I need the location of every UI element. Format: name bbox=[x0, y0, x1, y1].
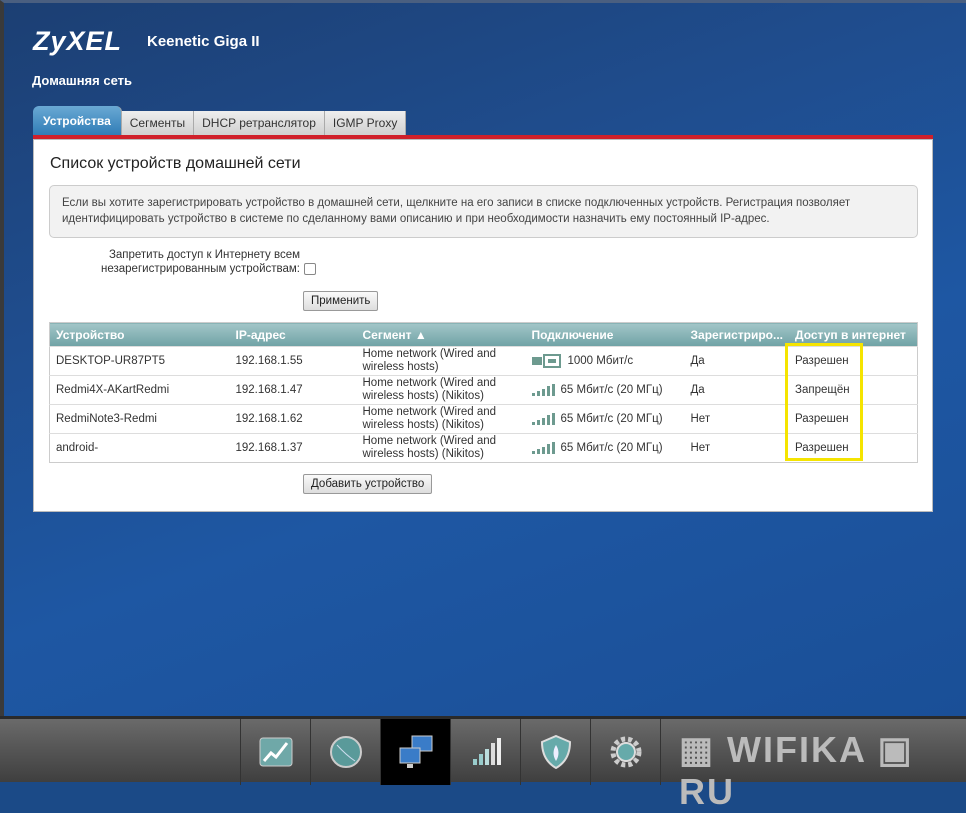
block-unregistered-label: Запретить доступ к Интернету всем незаре… bbox=[101, 249, 300, 275]
model-name: Keenetic Giga II bbox=[147, 33, 260, 50]
wifi-signal-icon bbox=[531, 413, 555, 425]
home-network-icon bbox=[399, 735, 432, 768]
add-device-button[interactable]: Добавить устройство bbox=[303, 474, 433, 494]
gear-icon bbox=[610, 736, 641, 768]
watermark-area: ▦ WIFIKA ▣ RU bbox=[660, 719, 966, 812]
device-connection: 65 Мбит/с (20 МГц) bbox=[525, 433, 685, 463]
device-segment: Home network (Wired and wireless hosts) … bbox=[356, 375, 526, 405]
connection-speed: 1000 Мбит/с bbox=[567, 354, 634, 367]
device-registered: Нет bbox=[684, 433, 789, 463]
col-device[interactable]: Устройство bbox=[49, 322, 230, 347]
zyxel-logo: ZyXEL bbox=[33, 26, 123, 56]
device-name: android- bbox=[49, 433, 230, 463]
wifi-signal-icon bbox=[472, 738, 501, 765]
nav-wifi[interactable] bbox=[450, 719, 520, 785]
device-ip: 192.168.1.55 bbox=[229, 346, 357, 376]
device-registered: Да bbox=[684, 346, 789, 376]
nav-security[interactable] bbox=[520, 719, 590, 785]
device-name: Redmi4X-AKartRedmi bbox=[49, 375, 230, 405]
nav-home-network[interactable] bbox=[380, 719, 450, 785]
section-title: Домашняя сеть bbox=[32, 73, 132, 88]
panel-title: Список устройств домашней сети bbox=[50, 155, 301, 172]
device-ip: 192.168.1.37 bbox=[229, 433, 357, 463]
connection-speed: 65 Мбит/с (20 МГц) bbox=[560, 412, 663, 425]
tab-bar: Устройства Сегменты DHCP ретранслятор IG… bbox=[33, 106, 407, 136]
block-unregistered-checkbox[interactable] bbox=[304, 263, 316, 275]
device-name: DESKTOP-UR87PT5 bbox=[49, 346, 230, 376]
tab-devices[interactable]: Устройства bbox=[33, 106, 122, 136]
monitor-chart-icon bbox=[259, 737, 292, 767]
access-highlight-box bbox=[785, 343, 863, 461]
device-connection: 1000 Мбит/с bbox=[525, 346, 685, 376]
nav-system[interactable] bbox=[590, 719, 660, 785]
device-connection: 65 Мбит/с (20 МГц) bbox=[525, 375, 685, 405]
device-connection: 65 Мбит/с (20 МГц) bbox=[525, 404, 685, 434]
device-ip: 192.168.1.62 bbox=[229, 404, 357, 434]
device-segment: Home network (Wired and wireless hosts) … bbox=[356, 433, 526, 463]
connection-speed: 65 Мбит/с (20 МГц) bbox=[560, 383, 663, 396]
device-name: RedmiNote3-Redmi bbox=[49, 404, 230, 434]
nav-internet[interactable] bbox=[310, 719, 380, 785]
wifi-signal-icon bbox=[531, 384, 555, 396]
firewall-shield-icon bbox=[540, 735, 571, 769]
tab-dhcp-relay[interactable]: DHCP ретранслятор bbox=[194, 111, 325, 136]
wifi-signal-icon bbox=[531, 442, 555, 454]
col-registered[interactable]: Зарегистриро... bbox=[684, 322, 789, 347]
watermark-logo: ▦ WIFIKA ▣ RU bbox=[679, 729, 914, 812]
device-ip: 192.168.1.47 bbox=[229, 375, 357, 405]
connection-speed: 65 Мбит/с (20 МГц) bbox=[560, 441, 663, 454]
ethernet-icon bbox=[531, 354, 561, 368]
col-ip[interactable]: IP-адрес bbox=[229, 322, 357, 347]
col-segment[interactable]: Сегмент ▲ bbox=[356, 322, 526, 347]
device-registered: Да bbox=[684, 375, 789, 405]
apply-button[interactable]: Применить bbox=[303, 291, 379, 311]
bottom-nav: ▦ WIFIKA ▣ RU bbox=[0, 716, 966, 812]
nav-monitor[interactable] bbox=[240, 719, 310, 785]
globe-icon bbox=[329, 736, 362, 768]
device-registered: Нет bbox=[684, 404, 789, 434]
info-box: Если вы хотите зарегистрировать устройст… bbox=[49, 185, 918, 238]
device-segment: Home network (Wired and wireless hosts) bbox=[356, 346, 526, 376]
device-segment: Home network (Wired and wireless hosts) … bbox=[356, 404, 526, 434]
col-connection[interactable]: Подключение bbox=[525, 322, 685, 347]
tab-segments[interactable]: Сегменты bbox=[121, 111, 195, 136]
tab-igmp-proxy[interactable]: IGMP Proxy bbox=[324, 111, 407, 136]
